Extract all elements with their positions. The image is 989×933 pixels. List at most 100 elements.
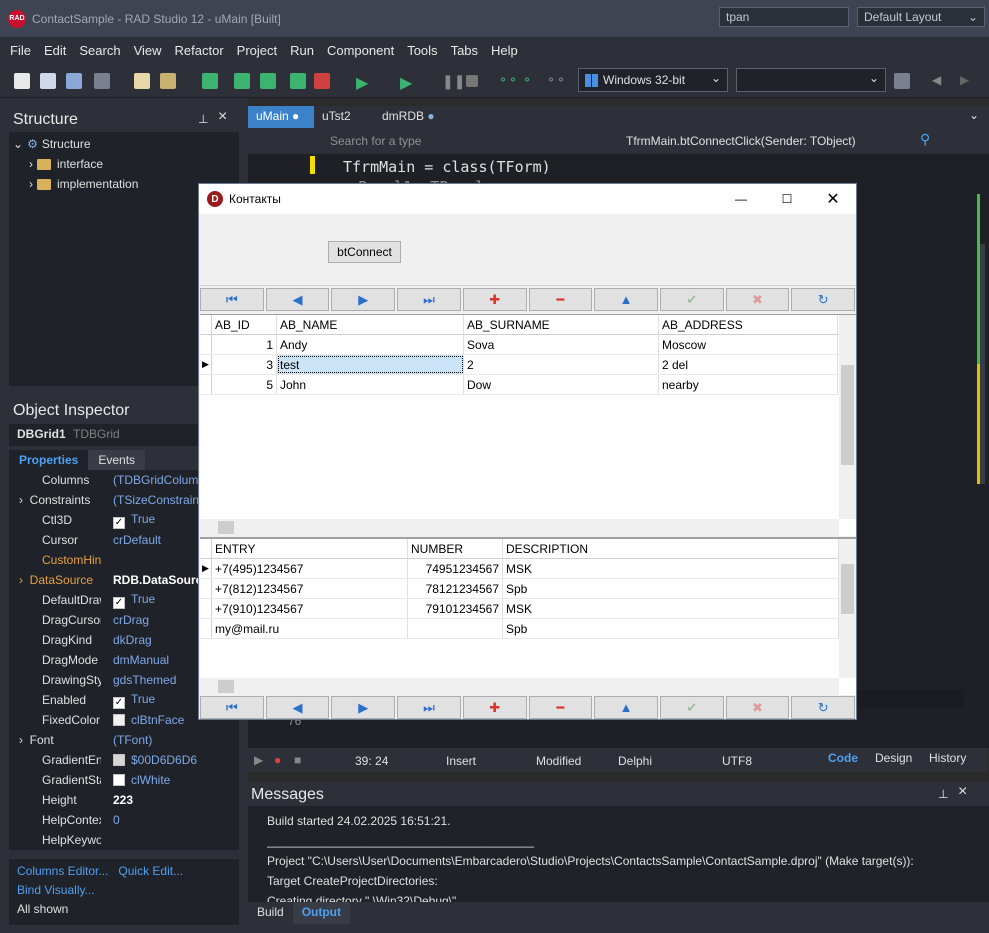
maximize-icon[interactable]: ☐ (764, 192, 810, 206)
nav-button[interactable]: ▶ (331, 288, 396, 311)
save-all-icon[interactable] (234, 73, 250, 89)
col-header[interactable]: AB_ID (212, 315, 277, 334)
col-header[interactable]: AB_SURNAME (464, 315, 659, 334)
bind-visually-link[interactable]: Bind Visually... (17, 883, 95, 897)
minimize-icon[interactable]: — (718, 192, 764, 206)
record-icon[interactable]: ● (274, 753, 281, 767)
property-row[interactable]: Height 223 (9, 790, 239, 810)
step-over-icon[interactable]: ⚬⚬ (498, 73, 518, 89)
property-row[interactable]: › Font (TFont) (9, 730, 239, 750)
quick-edit-link[interactable]: Quick Edit... (118, 864, 183, 878)
table-cell[interactable]: Spb (503, 579, 839, 598)
add-file-icon[interactable] (290, 73, 306, 89)
encoding-select[interactable]: UTF8 (722, 754, 752, 768)
table-cell[interactable]: MSK (503, 559, 839, 578)
menu-file[interactable]: File (10, 43, 31, 58)
table-cell[interactable]: John (277, 375, 464, 394)
tab-events[interactable]: Events (88, 450, 146, 470)
close-icon[interactable]: × (958, 783, 967, 801)
new-item-icon[interactable] (134, 73, 150, 89)
nav-button[interactable]: ⏮ (200, 288, 264, 311)
property-value[interactable]: RDB.DataSource (101, 573, 209, 587)
table-cell[interactable]: Sova (464, 335, 659, 354)
tab-design[interactable]: Design (875, 751, 912, 765)
property-value[interactable]: gdsThemed (101, 673, 176, 687)
menu-run[interactable]: Run (290, 43, 314, 58)
property-row[interactable]: HelpContex 0 (9, 810, 239, 830)
grid-vscrollbar[interactable] (839, 539, 856, 678)
trace-into-icon[interactable]: ⚬ (522, 73, 538, 89)
table-cell[interactable]: 3 (212, 355, 277, 374)
table-cell[interactable]: 1 (212, 335, 277, 354)
grid-hscrollbar[interactable] (200, 519, 839, 536)
menu-refactor[interactable]: Refactor (175, 43, 224, 58)
close-icon[interactable]: ✕ (810, 189, 856, 209)
menu-view[interactable]: View (134, 43, 162, 58)
method-select[interactable]: TfrmMain.btConnectClick(Sender: TObject) (626, 134, 856, 148)
pin-icon[interactable]: ⊥ (938, 787, 948, 801)
chevron-down-icon[interactable]: ⌄ (959, 106, 989, 128)
property-value[interactable]: ✓ True (101, 592, 155, 609)
tab-history[interactable]: History (929, 751, 966, 765)
table-row[interactable]: ▶ +7(495)1234567 74951234567 MSK (200, 559, 856, 579)
property-value[interactable]: crDefault (101, 533, 161, 547)
property-value[interactable]: $00D6D6D6 (101, 753, 197, 767)
checkbox-icon[interactable]: ✓ (113, 516, 125, 529)
checkbox-icon[interactable]: ✓ (113, 596, 125, 609)
table-row[interactable]: 5 John Dow nearby (200, 375, 856, 395)
nav-button[interactable]: ⏭ (397, 696, 461, 719)
menu-tools[interactable]: Tools (407, 43, 437, 58)
nav-button[interactable]: ━ (528, 288, 593, 311)
table-row[interactable]: 1 Andy Sova Moscow (200, 335, 856, 355)
table-cell[interactable]: +7(812)1234567 (212, 579, 408, 598)
table-cell[interactable]: 2 (464, 355, 659, 374)
nav-button[interactable]: ◀ (265, 696, 330, 719)
scroll-thumb[interactable] (218, 521, 234, 534)
play-icon[interactable]: ▶ (254, 753, 263, 767)
connect-button[interactable]: btConnect (328, 241, 401, 263)
tab-output[interactable]: Output (292, 902, 351, 924)
nav-button[interactable]: ✔ (659, 696, 724, 719)
nav-button[interactable]: ✚ (462, 696, 527, 719)
menu-help[interactable]: Help (491, 43, 518, 58)
table-cell[interactable]: Andy (277, 335, 464, 354)
table-row[interactable]: +7(910)1234567 79101234567 MSK (200, 599, 856, 619)
table-cell[interactable]: Spb (503, 619, 839, 638)
stop-icon[interactable] (466, 75, 478, 87)
table-cell[interactable]: my@mail.ru (212, 619, 408, 638)
platform-select[interactable]: Windows 32-bit ⌄ (578, 68, 728, 92)
table-cell[interactable]: Dow (464, 375, 659, 394)
pin-icon[interactable]: ⊥ (198, 112, 208, 126)
nav-button[interactable]: ▲ (594, 288, 658, 311)
nav-button[interactable]: ▲ (594, 696, 658, 719)
property-value[interactable]: crDrag (101, 613, 149, 627)
table-cell[interactable]: 2 del (659, 355, 838, 374)
table-cell[interactable]: +7(495)1234567 (212, 559, 408, 578)
col-header[interactable]: DESCRIPTION (503, 539, 839, 558)
columns-editor-link[interactable]: Columns Editor... (17, 864, 108, 878)
property-value[interactable]: 223 (101, 793, 133, 807)
tab-dmrdb[interactable]: dmRDB ● (374, 106, 443, 128)
table-cell[interactable]: Moscow (659, 335, 838, 354)
table-row[interactable]: ▶ 3 test 2 2 del (200, 355, 856, 375)
property-value[interactable]: clBtnFace (101, 713, 184, 727)
nav-button[interactable]: ✖ (725, 696, 790, 719)
nav-button[interactable]: ↻ (791, 696, 856, 719)
scroll-thumb[interactable] (841, 564, 854, 614)
type-search-input[interactable]: Search for a type (330, 134, 421, 148)
nav-button[interactable]: ⏮ (200, 696, 264, 719)
phones-grid[interactable]: ENTRY NUMBER DESCRIPTION ▶ +7(495)1234567… (200, 537, 856, 695)
tab-code[interactable]: Code (828, 751, 858, 765)
scroll-thumb[interactable] (218, 680, 234, 693)
open-project-icon[interactable] (160, 73, 176, 89)
table-cell[interactable]: 78121234567 (408, 579, 503, 598)
tab-umain[interactable]: uMain ● (248, 106, 314, 128)
remove-file-icon[interactable] (314, 73, 330, 89)
grid-hscrollbar[interactable] (200, 678, 839, 695)
abonents-grid[interactable]: AB_ID AB_NAME AB_SURNAME AB_ADDRESS 1 And… (200, 314, 856, 536)
checkbox-icon[interactable]: ✓ (113, 696, 125, 709)
property-value[interactable]: ✓ True (101, 512, 155, 529)
run-debug-icon[interactable]: ▶ (400, 73, 416, 92)
property-value[interactable]: dkDrag (101, 633, 152, 647)
grid-vscrollbar[interactable] (839, 315, 856, 519)
